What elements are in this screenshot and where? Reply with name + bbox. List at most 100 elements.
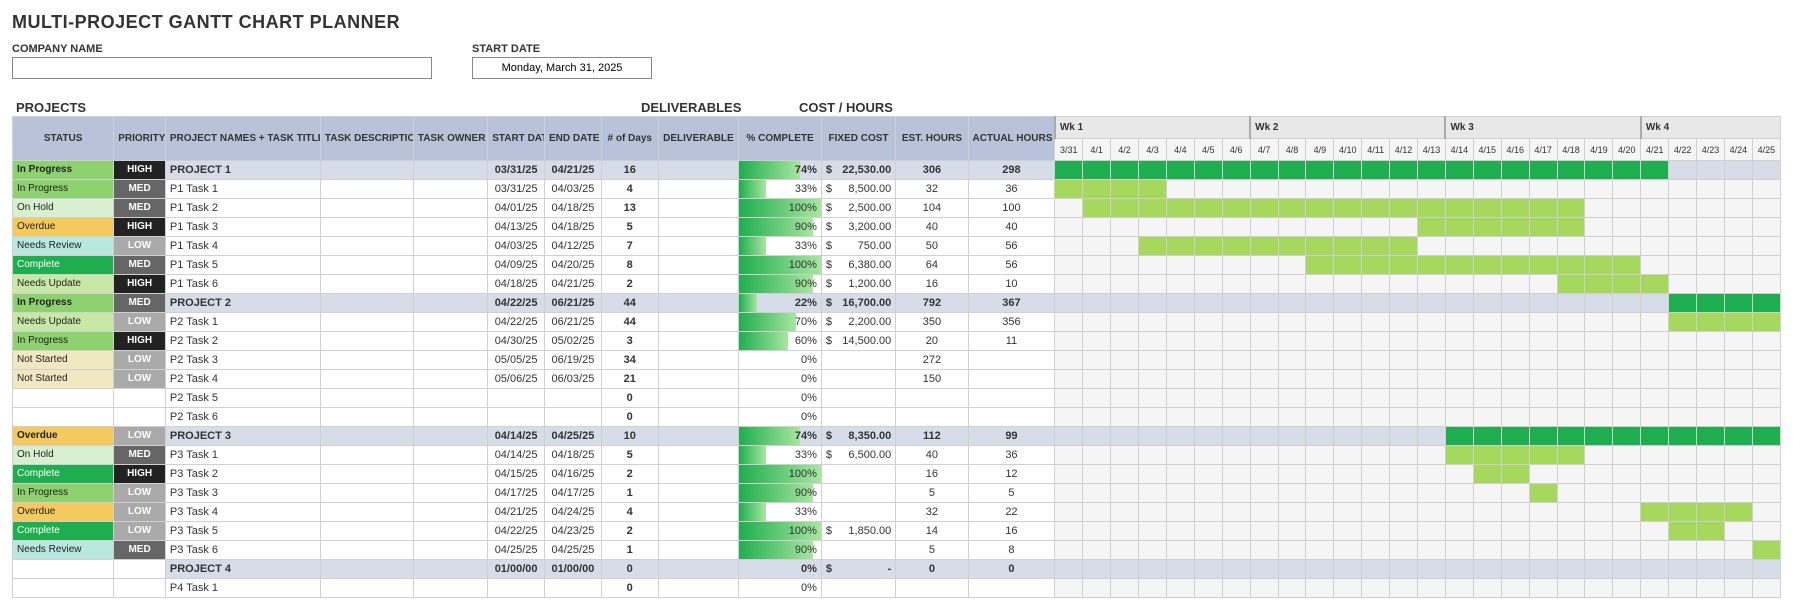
days-cell[interactable]: 34	[601, 351, 658, 370]
status-cell[interactable]: Overdue	[13, 218, 114, 237]
name-cell[interactable]: P3 Task 1	[165, 446, 320, 465]
priority-cell[interactable]: LOW	[114, 313, 166, 332]
end-date-cell[interactable]: 04/18/25	[545, 446, 602, 465]
days-cell[interactable]: 3	[601, 332, 658, 351]
col-priority[interactable]: PRIORITY	[114, 117, 166, 161]
cost-cell[interactable]: $750.00	[821, 237, 895, 256]
cost-cell[interactable]	[821, 465, 895, 484]
est-hours-cell[interactable]: 16	[896, 275, 968, 294]
cost-cell[interactable]	[821, 370, 895, 389]
cost-cell[interactable]	[821, 351, 895, 370]
owner-cell[interactable]	[413, 389, 487, 408]
table-row[interactable]: CompleteLOWP3 Task 504/22/2504/23/252100…	[13, 522, 1781, 541]
cost-cell[interactable]: $2,500.00	[821, 199, 895, 218]
days-cell[interactable]: 44	[601, 313, 658, 332]
owner-cell[interactable]	[413, 560, 487, 579]
desc-cell[interactable]	[320, 218, 413, 237]
priority-cell[interactable]: MED	[114, 294, 166, 313]
deliverable-cell[interactable]	[658, 237, 739, 256]
est-hours-cell[interactable]: 64	[896, 256, 968, 275]
pct-cell[interactable]: 90%	[739, 218, 822, 237]
owner-cell[interactable]	[413, 503, 487, 522]
end-date-cell[interactable]	[545, 408, 602, 427]
end-date-cell[interactable]: 06/03/25	[545, 370, 602, 389]
col-act-hours[interactable]: ACTUAL HOURS	[968, 117, 1055, 161]
table-row[interactable]: Not StartedLOWP2 Task 305/05/2506/19/253…	[13, 351, 1781, 370]
priority-cell[interactable]: LOW	[114, 237, 166, 256]
end-date-cell[interactable]	[545, 579, 602, 598]
owner-cell[interactable]	[413, 370, 487, 389]
days-cell[interactable]: 0	[601, 560, 658, 579]
act-hours-cell[interactable]	[968, 370, 1055, 389]
table-row[interactable]: CompleteMEDP1 Task 504/09/2504/20/258100…	[13, 256, 1781, 275]
days-cell[interactable]: 7	[601, 237, 658, 256]
status-cell[interactable]	[13, 389, 114, 408]
est-hours-cell[interactable]: 5	[896, 541, 968, 560]
priority-cell[interactable]: LOW	[114, 427, 166, 446]
start-date-cell[interactable]: 04/03/25	[488, 237, 545, 256]
pct-cell[interactable]: 0%	[739, 579, 822, 598]
days-cell[interactable]: 5	[601, 446, 658, 465]
col-days[interactable]: # of Days	[601, 117, 658, 161]
cost-cell[interactable]: $8,500.00	[821, 180, 895, 199]
table-row[interactable]: Needs UpdateHIGHP1 Task 604/18/2504/21/2…	[13, 275, 1781, 294]
cost-cell[interactable]: $3,200.00	[821, 218, 895, 237]
name-cell[interactable]: P2 Task 5	[165, 389, 320, 408]
desc-cell[interactable]	[320, 370, 413, 389]
owner-cell[interactable]	[413, 313, 487, 332]
deliverable-cell[interactable]	[658, 180, 739, 199]
act-hours-cell[interactable]	[968, 351, 1055, 370]
start-date-cell[interactable]: 04/14/25	[488, 427, 545, 446]
col-desc[interactable]: TASK DESCRIPTION	[320, 117, 413, 161]
desc-cell[interactable]	[320, 446, 413, 465]
cost-cell[interactable]: $6,500.00	[821, 446, 895, 465]
start-date-cell[interactable]	[488, 579, 545, 598]
deliverable-cell[interactable]	[658, 446, 739, 465]
table-row[interactable]: Needs ReviewLOWP1 Task 404/03/2504/12/25…	[13, 237, 1781, 256]
cost-cell[interactable]	[821, 503, 895, 522]
desc-cell[interactable]	[320, 294, 413, 313]
est-hours-cell[interactable]: 20	[896, 332, 968, 351]
deliverable-cell[interactable]	[658, 256, 739, 275]
owner-cell[interactable]	[413, 256, 487, 275]
days-cell[interactable]: 44	[601, 294, 658, 313]
owner-cell[interactable]	[413, 427, 487, 446]
act-hours-cell[interactable]	[968, 389, 1055, 408]
desc-cell[interactable]	[320, 161, 413, 180]
owner-cell[interactable]	[413, 541, 487, 560]
est-hours-cell[interactable]	[896, 408, 968, 427]
status-cell[interactable]: Needs Review	[13, 541, 114, 560]
cost-cell[interactable]	[821, 579, 895, 598]
owner-cell[interactable]	[413, 199, 487, 218]
status-cell[interactable]	[13, 579, 114, 598]
deliverable-cell[interactable]	[658, 218, 739, 237]
pct-cell[interactable]: 100%	[739, 199, 822, 218]
table-row[interactable]: OverdueLOWPROJECT 304/14/2504/25/251074%…	[13, 427, 1781, 446]
owner-cell[interactable]	[413, 579, 487, 598]
cost-cell[interactable]	[821, 541, 895, 560]
table-row[interactable]: P4 Task 100%	[13, 579, 1781, 598]
est-hours-cell[interactable]: 16	[896, 465, 968, 484]
act-hours-cell[interactable]: 22	[968, 503, 1055, 522]
table-row[interactable]: In ProgressMEDPROJECT 204/22/2506/21/254…	[13, 294, 1781, 313]
status-cell[interactable]: Needs Review	[13, 237, 114, 256]
days-cell[interactable]: 2	[601, 275, 658, 294]
status-cell[interactable]: In Progress	[13, 332, 114, 351]
start-date-cell[interactable]: 04/21/25	[488, 503, 545, 522]
name-cell[interactable]: PROJECT 3	[165, 427, 320, 446]
desc-cell[interactable]	[320, 579, 413, 598]
pct-cell[interactable]: 0%	[739, 370, 822, 389]
status-cell[interactable]: Complete	[13, 465, 114, 484]
owner-cell[interactable]	[413, 218, 487, 237]
owner-cell[interactable]	[413, 332, 487, 351]
priority-cell[interactable]: MED	[114, 180, 166, 199]
pct-cell[interactable]: 0%	[739, 408, 822, 427]
end-date-cell[interactable]: 06/21/25	[545, 313, 602, 332]
pct-cell[interactable]: 100%	[739, 465, 822, 484]
name-cell[interactable]: P3 Task 3	[165, 484, 320, 503]
end-date-cell[interactable]: 06/19/25	[545, 351, 602, 370]
status-cell[interactable]: Overdue	[13, 427, 114, 446]
est-hours-cell[interactable]: 32	[896, 180, 968, 199]
start-date-cell[interactable]: 04/14/25	[488, 446, 545, 465]
pct-cell[interactable]: 70%	[739, 313, 822, 332]
